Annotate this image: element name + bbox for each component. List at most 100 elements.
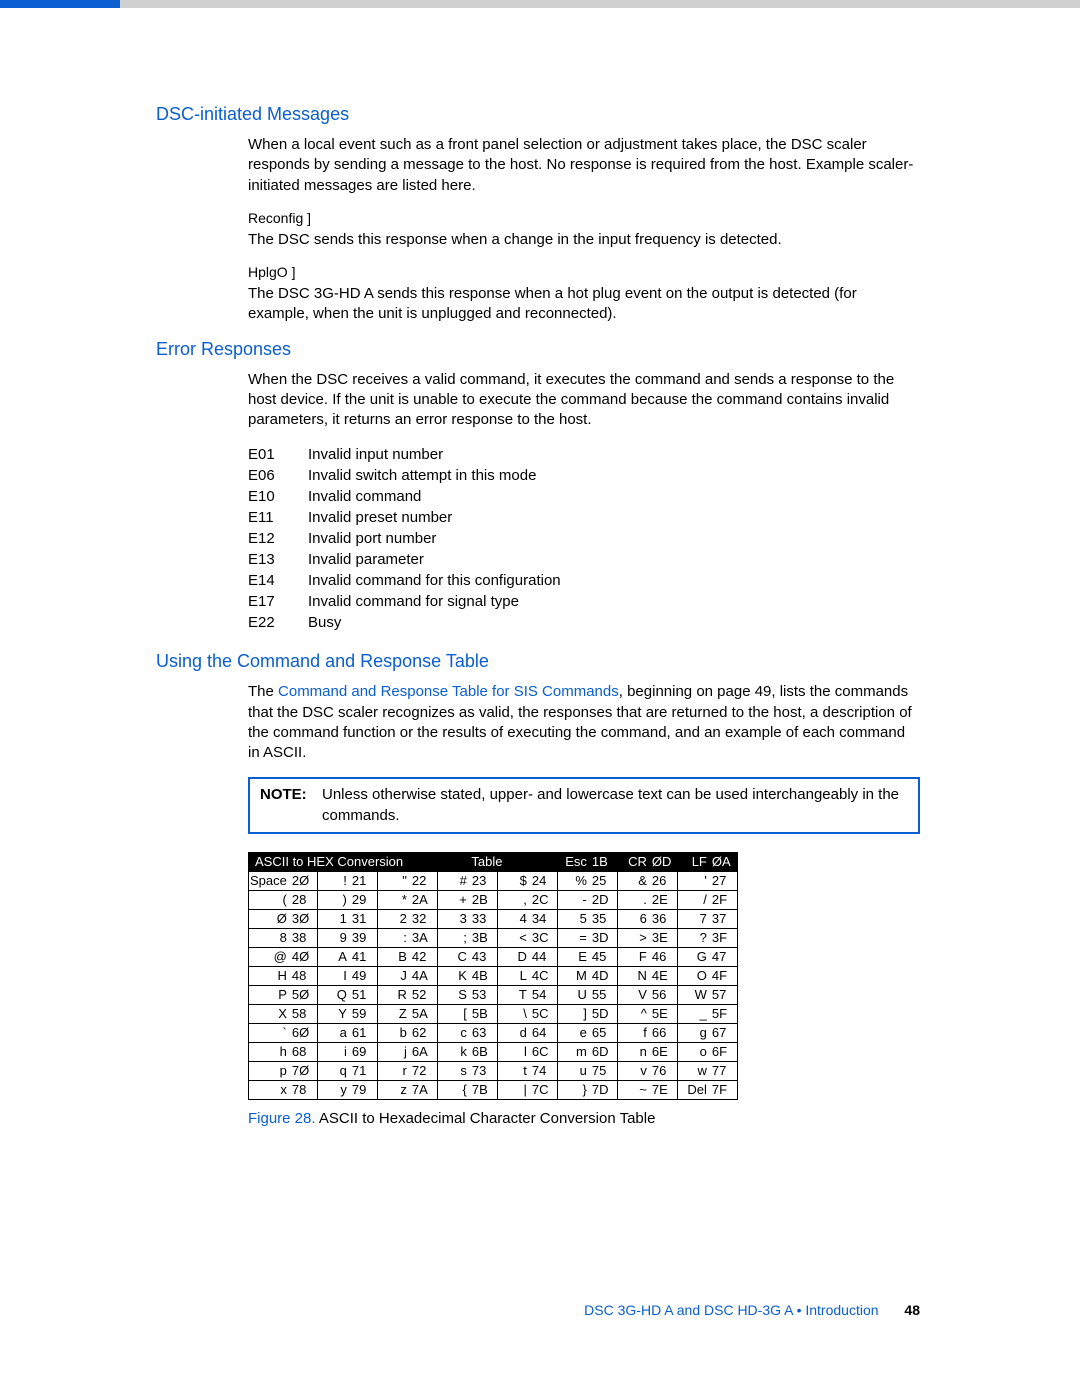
error-code: E12: [248, 528, 308, 549]
ascii-row: P5ØQ51R52S53T54U55V56W57: [249, 985, 738, 1004]
error-row: E10Invalid command: [248, 486, 567, 507]
ascii-header-row: ASCII to HEX ConversionTableEsc1BCRØDLFØ…: [249, 852, 738, 871]
error-code: E06: [248, 465, 308, 486]
error-description: Invalid command for signal type: [308, 591, 567, 612]
page-content: DSC-initiated Messages When a local even…: [0, 8, 1080, 1348]
note-box: NOTE: Unless otherwise stated, upper- an…: [248, 777, 920, 834]
ascii-hex: 51: [350, 985, 378, 1004]
ascii-hex: 4C: [530, 966, 558, 985]
command-response-table-link[interactable]: Command and Response Table for SIS Comma…: [278, 683, 619, 700]
ascii-hex: 4B: [470, 966, 498, 985]
ascii-row: Space2Ø!21"22#23$24%25&26'27: [249, 871, 738, 890]
ascii-hex: 7B: [470, 1080, 498, 1099]
ascii-char: w: [678, 1061, 710, 1080]
ascii-hex: 69: [350, 1042, 378, 1061]
ascii-hex: 7Ø: [290, 1061, 318, 1080]
ascii-char: I: [318, 966, 350, 985]
ascii-hex: 31: [350, 909, 378, 928]
ascii-hex: 42: [410, 947, 438, 966]
ascii-char: Del: [678, 1080, 710, 1099]
ascii-hex: 4Ø: [290, 947, 318, 966]
ascii-hex: 32: [410, 909, 438, 928]
error-description: Invalid command: [308, 486, 567, 507]
ascii-hex: 34: [530, 909, 558, 928]
ascii-char: N: [618, 966, 650, 985]
error-code: E17: [248, 591, 308, 612]
error-row: E14Invalid command for this configuratio…: [248, 570, 567, 591]
ascii-hex: 6B: [470, 1042, 498, 1061]
ascii-hex: 47: [710, 947, 738, 966]
ascii-char: 4: [498, 909, 530, 928]
ascii-header-hex: 1B: [590, 852, 618, 871]
ascii-char: Q: [318, 985, 350, 1004]
ascii-header-char: LF: [678, 852, 710, 871]
ascii-hex: 54: [530, 985, 558, 1004]
ascii-char: H: [249, 966, 290, 985]
ascii-char: X: [249, 1004, 290, 1023]
ascii-char: ~: [618, 1080, 650, 1099]
ascii-char: J: [378, 966, 410, 985]
ascii-char: n: [618, 1042, 650, 1061]
ascii-char: O: [678, 966, 710, 985]
ascii-hex: 33: [470, 909, 498, 928]
ascii-char: G: [678, 947, 710, 966]
page-footer: DSC 3G-HD A and DSC HD-3G A • Introducti…: [584, 1302, 920, 1318]
ascii-hex: 6Ø: [290, 1023, 318, 1042]
ascii-char: y: [318, 1080, 350, 1099]
ascii-hex: 75: [590, 1061, 618, 1080]
ascii-char: Z: [378, 1004, 410, 1023]
ascii-char: /: [678, 890, 710, 909]
ascii-hex: 4A: [410, 966, 438, 985]
ascii-hex: 2Ø: [290, 871, 318, 890]
ascii-hex: 22: [410, 871, 438, 890]
ascii-hex: 27: [710, 871, 738, 890]
reconfig-desc: The DSC sends this response when a chang…: [248, 230, 920, 250]
ascii-char: h: [249, 1042, 290, 1061]
ascii-row: @4ØA41B42C43D44E45F46G47: [249, 947, 738, 966]
heading-dsc-messages: DSC-initiated Messages: [156, 104, 920, 125]
ascii-char: W: [678, 985, 710, 1004]
ascii-header-right: Table: [470, 852, 558, 871]
ascii-hex: 61: [350, 1023, 378, 1042]
ascii-char: ,: [498, 890, 530, 909]
ascii-char: *: [378, 890, 410, 909]
error-description: Invalid switch attempt in this mode: [308, 465, 567, 486]
ascii-hex: 6F: [710, 1042, 738, 1061]
ascii-char: +: [438, 890, 470, 909]
ascii-char: ]: [558, 1004, 590, 1023]
ascii-char: Space: [249, 871, 290, 890]
ascii-char: ): [318, 890, 350, 909]
ascii-char: ': [678, 871, 710, 890]
figure-number: Figure 28.: [248, 1110, 316, 1127]
error-row: E22Busy: [248, 612, 567, 633]
ascii-hex: 72: [410, 1061, 438, 1080]
figure-caption: Figure 28. ASCII to Hexadecimal Characte…: [248, 1110, 920, 1127]
ascii-hex: 6C: [530, 1042, 558, 1061]
ascii-row: X58Y59Z5A[5B\5C]5D^5E_5F: [249, 1004, 738, 1023]
error-code: E22: [248, 612, 308, 633]
ascii-table-container: ASCII to HEX ConversionTableEsc1BCRØDLFØ…: [248, 852, 920, 1100]
ascii-char: [: [438, 1004, 470, 1023]
error-description: Invalid input number: [308, 444, 567, 465]
error-description: Invalid command for this configuration: [308, 570, 567, 591]
ascii-hex: 73: [470, 1061, 498, 1080]
ascii-hex: 3B: [470, 928, 498, 947]
error-description: Invalid preset number: [308, 507, 567, 528]
ascii-hex: 41: [350, 947, 378, 966]
ascii-char: L: [498, 966, 530, 985]
ascii-char: q: [318, 1061, 350, 1080]
error-code: E01: [248, 444, 308, 465]
ascii-hex: 68: [290, 1042, 318, 1061]
ascii-char: k: [438, 1042, 470, 1061]
ascii-hex: 74: [530, 1061, 558, 1080]
hplg-desc: The DSC 3G-HD A sends this response when…: [248, 284, 920, 325]
footer-doc-title: DSC 3G-HD A and DSC HD-3G A • Introducti…: [584, 1302, 878, 1318]
ascii-char: v: [618, 1061, 650, 1080]
ascii-hex: 6E: [650, 1042, 678, 1061]
dsc-intro-text: When a local event such as a front panel…: [248, 135, 920, 196]
ascii-char: D: [498, 947, 530, 966]
hplg-label: HplgO ]: [248, 264, 920, 280]
ascii-char: B: [378, 947, 410, 966]
ascii-char: i: [318, 1042, 350, 1061]
ascii-char: @: [249, 947, 290, 966]
